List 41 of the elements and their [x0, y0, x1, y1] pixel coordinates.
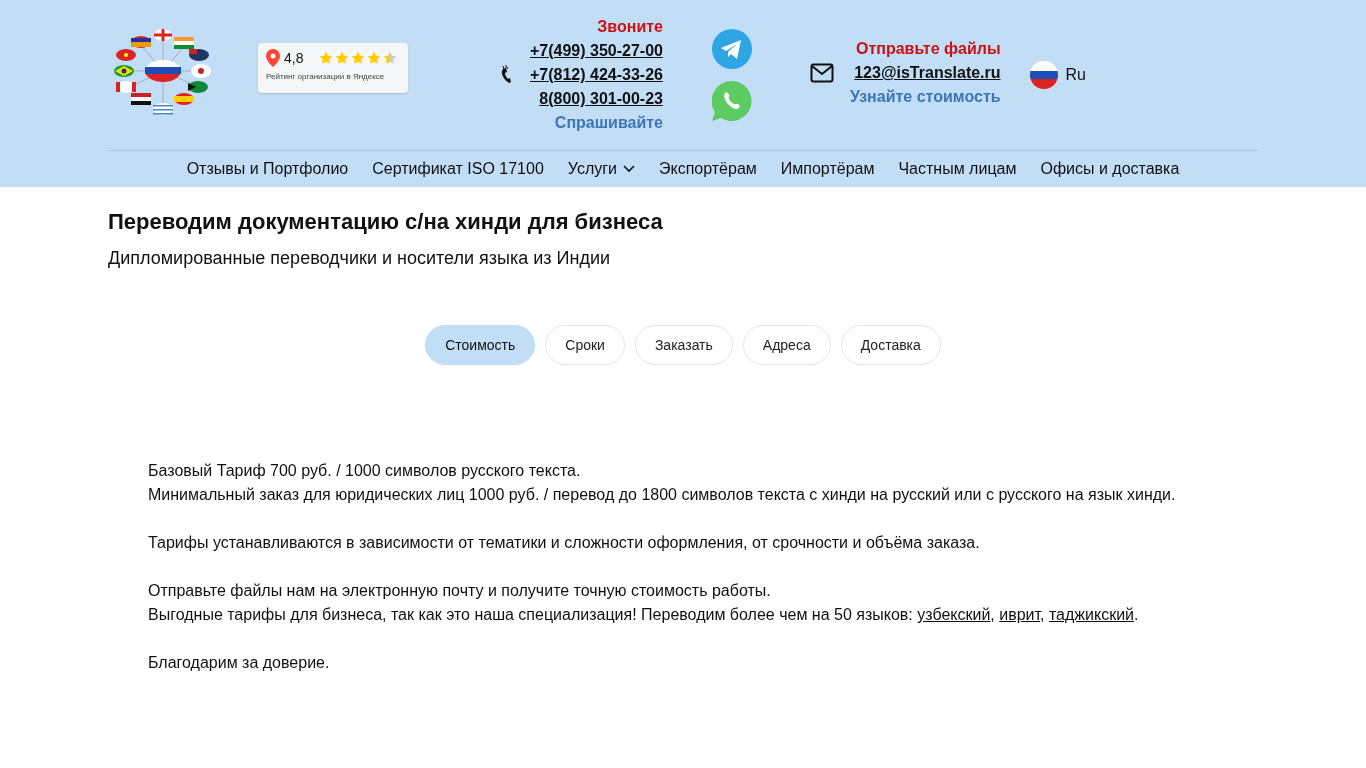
- paragraph-text: Базовый Тариф 700 руб. / 1000 символов русского текста.: [148, 461, 582, 481]
- send-files-label: Отправьте файлы: [855, 39, 1001, 59]
- language-link[interactable]: иврит: [999, 606, 1041, 623]
- tab[interactable]: Сроки: [545, 325, 625, 365]
- nav-link[interactable]: Офисы и доставка: [1040, 160, 1180, 178]
- whatsapp-icon[interactable]: [712, 81, 752, 121]
- rating-badge[interactable]: 4,8 Рейтинг организации в Яндексе: [258, 43, 408, 93]
- chevron-down-icon: [623, 165, 635, 173]
- tab[interactable]: Адреса: [742, 325, 831, 365]
- language-label[interactable]: Ru: [1065, 66, 1086, 84]
- nav-dropdown[interactable]: Услуги: [567, 160, 635, 178]
- price-label: Узнайте стоимость: [850, 87, 1001, 107]
- page-subtitle: Дипломированные переводчики и носители языка из Индии: [108, 247, 612, 269]
- tab[interactable]: Стоимость: [425, 325, 536, 365]
- map-pin-icon: [266, 49, 280, 67]
- paragraph-text: Благодарим за доверие.: [148, 653, 331, 673]
- nav-link[interactable]: Сертификат ISO 17100: [372, 160, 544, 178]
- rating-value: 4,8: [284, 50, 304, 66]
- tab[interactable]: Доставка: [840, 325, 941, 365]
- tab[interactable]: Заказать: [634, 325, 733, 365]
- phone-link[interactable]: 8(800) 301-00-23: [539, 87, 663, 111]
- flag-icon[interactable]: [1029, 61, 1058, 89]
- nav-link[interactable]: Экспортёрам: [659, 160, 757, 178]
- language-link[interactable]: таджикский: [1048, 606, 1134, 623]
- phone-link[interactable]: +7(812) 424-33-26: [530, 63, 663, 87]
- call-label: Звоните: [597, 17, 663, 37]
- page-title: Переводим документацию с/на хинди для бизнеса: [108, 208, 664, 236]
- paragraph-text: Выгодные тарифы для бизнеса, так как это наша специализация! Переводим более чем на 50 языков: узбекский, иврит, таджикский.: [148, 605, 1140, 625]
- ask-label: Спрашивайте: [554, 113, 663, 133]
- telegram-icon[interactable]: [712, 29, 752, 69]
- paragraph-text: Тарифы устанавливаются в зависимости от тематики и сложности оформления, от срочности и объёма заказа.: [148, 533, 981, 553]
- nav-link[interactable]: Частным лицам: [898, 160, 1017, 178]
- nav-link[interactable]: Отзывы и Портфолио: [186, 160, 349, 178]
- paragraph-text: Отправьте файлы нам на электронную почту и получите точную стоимость работы.: [148, 581, 772, 601]
- paragraph-text: Минимальный заказ для юридических лиц 1000 руб. / перевод до 1800 символов текста с хинди на русский или с русского на язык хинди.: [148, 485, 1177, 505]
- language-link[interactable]: узбекский: [917, 606, 991, 623]
- phone-link[interactable]: +7(499) 350-27-00: [530, 39, 663, 63]
- rating-caption: Рейтинг организации в Яндексе: [266, 72, 386, 81]
- mail-icon: [810, 63, 834, 83]
- email-link[interactable]: 123@isTranslate.ru: [854, 61, 1001, 85]
- nav-link[interactable]: Импортёрам: [780, 160, 875, 178]
